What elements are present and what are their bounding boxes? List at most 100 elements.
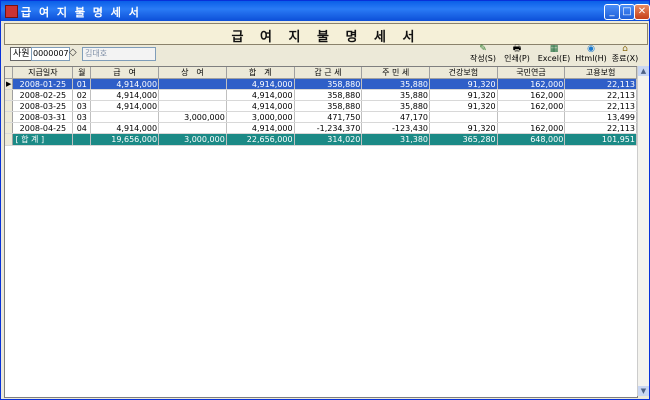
cell-employment: 22,113: [564, 100, 637, 112]
col-header-sum[interactable]: 합 계: [226, 67, 295, 79]
table-row[interactable]: 2008-03-25 03 4,914,000 4,914,000 358,88…: [5, 100, 637, 112]
cell-income-tax: 471,750: [294, 111, 363, 123]
cell-resident-tax: 35,880: [361, 89, 431, 101]
employee-code-input[interactable]: 0000007: [31, 47, 70, 61]
cell-health: 91,320: [429, 100, 498, 112]
cell-pension: 162,000: [497, 122, 566, 134]
cell-pension: 162,000: [497, 78, 566, 90]
table-row[interactable]: 2008-02-25 02 4,914,000 4,914,000 358,88…: [5, 89, 637, 101]
col-header-health[interactable]: 건강보험: [429, 67, 498, 79]
cell-sum: 4,914,000: [226, 78, 295, 90]
table-row[interactable]: 2008-04-25 04 4,914,000 4,914,000 -1,234…: [5, 122, 637, 134]
exit-button[interactable]: ⌂ 종료(X): [608, 45, 642, 65]
col-header-salary[interactable]: 급 여: [90, 67, 160, 79]
cell-sum: 3,000,000: [226, 111, 295, 123]
minimize-button[interactable]: _: [604, 4, 620, 20]
cell-health: 91,320: [429, 89, 498, 101]
total-bonus: 3,000,000: [158, 133, 227, 146]
scroll-up-icon[interactable]: ▲: [638, 66, 649, 76]
header-row: 지급일자 월 급 여 상 여 합 계 갑 근 세 주 민 세 건강보험 국민연금…: [5, 67, 637, 79]
printer-icon: 🖶: [512, 44, 522, 54]
write-button[interactable]: ✎ 작성(S): [466, 45, 500, 65]
toolbar: 사원 0000007 ◇ 김대호 ✎ 작성(S) 🖶 인쇄(P) ▦ Excel…: [4, 45, 646, 65]
cell-month: 01: [72, 78, 92, 90]
total-row[interactable]: [ 합 계 ] 19,656,000 3,000,000 22,656,000 …: [5, 133, 637, 146]
cell-bonus: [158, 78, 227, 90]
cell-month: 02: [72, 89, 92, 101]
page-title: 급 여 지 불 명 세 서: [231, 30, 421, 45]
row-pointer-icon: ▶: [5, 78, 14, 90]
vertical-scrollbar[interactable]: ▲ ▼: [637, 66, 649, 396]
cell-bonus: [158, 122, 227, 134]
cell-month: 04: [72, 122, 92, 134]
cell-health: [429, 111, 498, 123]
cell-salary: 4,914,000: [90, 122, 160, 134]
payroll-grid[interactable]: 지급일자 월 급 여 상 여 합 계 갑 근 세 주 민 세 건강보험 국민연금…: [4, 66, 638, 398]
col-header-income-tax[interactable]: 갑 근 세: [294, 67, 363, 79]
employee-label: 사원: [10, 47, 33, 61]
cell-bonus: [158, 100, 227, 112]
cell-salary: 4,914,000: [90, 100, 160, 112]
cell-income-tax: 358,880: [294, 100, 363, 112]
total-employment: 101,951: [564, 133, 637, 146]
lookup-diamond-icon[interactable]: ◇: [69, 48, 79, 58]
cell-month: 03: [72, 100, 92, 112]
row-indicator: [5, 122, 14, 134]
cell-month: [72, 133, 92, 146]
maximize-button[interactable]: □: [619, 4, 635, 20]
col-header-bonus[interactable]: 상 여: [158, 67, 227, 79]
cell-date: 2008-03-25: [12, 100, 74, 112]
cell-sum: 4,914,000: [226, 122, 295, 134]
home-icon: ⌂: [622, 44, 628, 54]
col-header-pension[interactable]: 국민연금: [497, 67, 566, 79]
title-bar[interactable]: 급 여 지 불 명 세 서 _ □ ✕: [1, 1, 650, 21]
cell-month: 03: [72, 111, 92, 123]
col-header-employment[interactable]: 고용보험: [564, 67, 637, 79]
cell-date: 2008-01-25: [12, 78, 74, 90]
cell-salary: 4,914,000: [90, 89, 160, 101]
excel-label: Excel(E): [537, 54, 571, 63]
print-label: 인쇄(P): [504, 54, 530, 63]
row-indicator: [5, 133, 14, 146]
total-sum: 22,656,000: [226, 133, 295, 146]
cell-income-tax: -1,234,370: [294, 122, 363, 134]
payroll-table: 지급일자 월 급 여 상 여 합 계 갑 근 세 주 민 세 건강보험 국민연금…: [5, 67, 637, 146]
row-indicator: [5, 100, 14, 112]
excel-button[interactable]: ▦ Excel(E): [534, 45, 574, 65]
col-header-month[interactable]: 월: [72, 67, 92, 79]
table-row[interactable]: ▶ 2008-01-25 01 4,914,000 4,914,000 358,…: [5, 78, 637, 90]
app-icon: [5, 5, 18, 18]
payroll-window: 급 여 지 불 명 세 서 _ □ ✕ 급 여 지 불 명 세 서 사원 000…: [0, 0, 650, 400]
cell-resident-tax: 47,170: [361, 111, 431, 123]
html-label: Html(H): [575, 54, 607, 63]
cell-pension: 162,000: [497, 89, 566, 101]
cell-employment: 22,113: [564, 78, 637, 90]
employee-name-field: 김대호: [82, 47, 156, 61]
total-label: [ 합 계 ]: [12, 133, 74, 146]
cell-bonus: [158, 89, 227, 101]
col-header-date[interactable]: 지급일자: [12, 67, 74, 79]
total-pension: 648,000: [497, 133, 566, 146]
print-button[interactable]: 🖶 인쇄(P): [500, 45, 534, 65]
scroll-down-icon[interactable]: ▼: [638, 386, 649, 396]
cell-health: 91,320: [429, 78, 498, 90]
excel-icon: ▦: [549, 44, 559, 54]
total-income-tax: 314,020: [294, 133, 363, 146]
row-indicator-header: [5, 67, 14, 79]
cell-employment: 13,499: [564, 111, 637, 123]
cell-resident-tax: 35,880: [361, 78, 431, 90]
total-salary: 19,656,000: [90, 133, 160, 146]
cell-salary: [90, 111, 160, 123]
total-resident-tax: 31,380: [361, 133, 431, 146]
close-button[interactable]: ✕: [634, 4, 650, 20]
row-indicator: [5, 89, 14, 101]
pencil-icon: ✎: [479, 44, 487, 54]
col-header-resident-tax[interactable]: 주 민 세: [361, 67, 431, 79]
html-button[interactable]: ◉ Html(H): [574, 45, 608, 65]
cell-sum: 4,914,000: [226, 100, 295, 112]
table-row[interactable]: 2008-03-31 03 3,000,000 3,000,000 471,75…: [5, 111, 637, 123]
row-indicator: [5, 111, 14, 123]
cell-date: 2008-04-25: [12, 122, 74, 134]
globe-icon: ◉: [587, 44, 595, 54]
cell-date: 2008-02-25: [12, 89, 74, 101]
